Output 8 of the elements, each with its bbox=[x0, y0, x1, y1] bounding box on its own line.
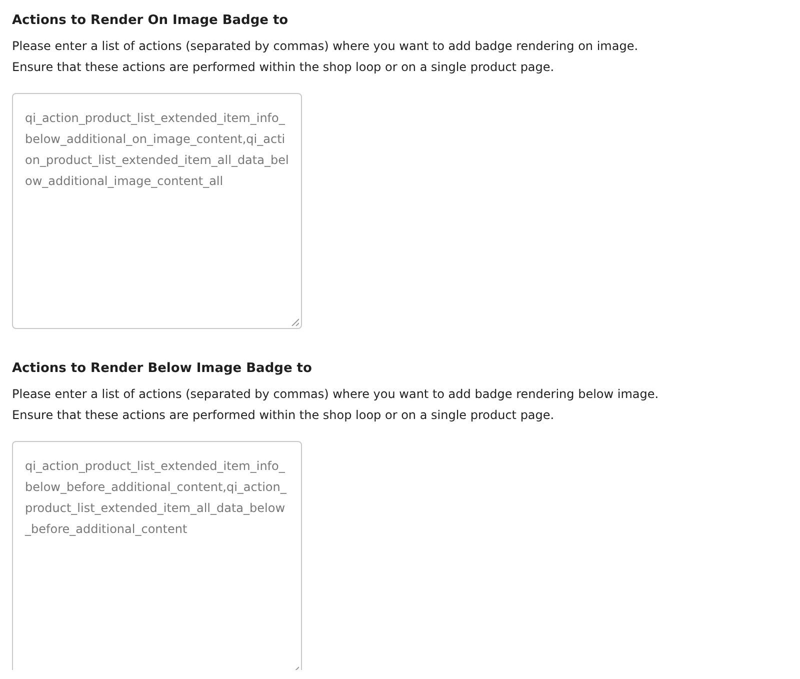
field-description: Please enter a list of actions (separated by commas) where you want to add badge rendering below image. bbox=[12, 386, 659, 403]
field-label: Actions to Render Below Image Badge to bbox=[12, 361, 312, 376]
actions-textarea[interactable]: qi_action_product_list_extended_item_info_below_before_additional_content,qi_action_product_list_extended_item_all_data_below_before_additional_content bbox=[12, 441, 302, 670]
actions-textarea[interactable]: qi_action_product_list_extended_item_info_below_additional_on_image_content,qi_action_product_list_extended_item_all_data_below_additional_image_content_all bbox=[12, 93, 302, 329]
field-label: Actions to Render On Image Badge to bbox=[12, 13, 288, 28]
field-description: Please enter a list of actions (separated by commas) where you want to add badge rendering on image. bbox=[12, 38, 638, 55]
field-description: Ensure that these actions are performed within the shop loop or on a single product page. bbox=[12, 59, 554, 76]
field-description: Ensure that these actions are performed within the shop loop or on a single product page. bbox=[12, 407, 554, 424]
